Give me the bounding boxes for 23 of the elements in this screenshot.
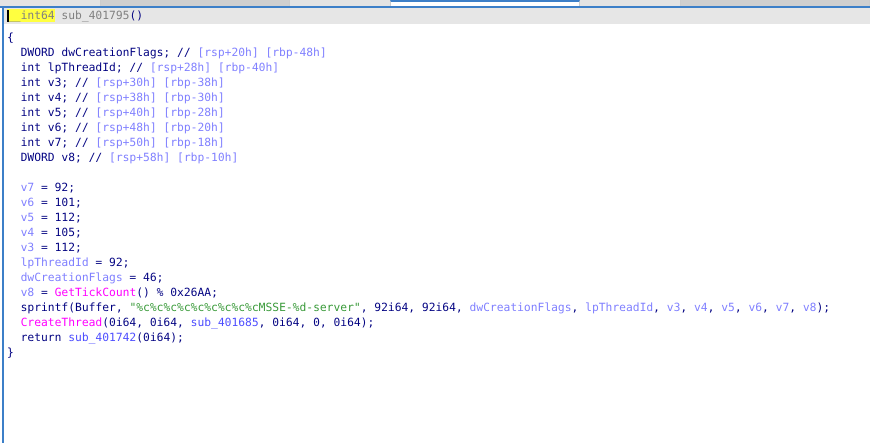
code-line: v4 = 105; (20, 225, 83, 240)
tab[interactable] (390, 0, 580, 6)
code-line: int v4; // [rsp+38h] [rbp-30h] (20, 90, 226, 105)
code-line: CreateThread(0i64, 0i64, sub_401685, 0i64, 0, 0i64); (20, 315, 376, 330)
code-line: int v5; // [rsp+40h] [rbp-28h] (20, 105, 226, 120)
code-line: return sub_401742(0i64); (20, 330, 185, 345)
code-line: DWORD v8; // [rsp+58h] [rbp-10h] (20, 150, 240, 165)
code-line: sprintf(Buffer, "%c%c%c%c%c%c%c%c%cMSSE-%d-server", 92i64, 92i64, dwCreationFlags, lpThreadId, v3, v4, v5, v6, v7, v8); (20, 300, 832, 315)
code-line: dwCreationFlags = 46; (20, 270, 164, 285)
code-line: v8 = GetTickCount() % 0x26AA; (20, 285, 219, 300)
code-line: DWORD dwCreationFlags; // [rsp+20h] [rbp-48h] (20, 45, 328, 60)
code-line: int v3; // [rsp+30h] [rbp-38h] (20, 75, 226, 90)
code-line: v7 = 92; (20, 180, 76, 195)
code-line: int v6; // [rsp+48h] [rbp-20h] (20, 120, 226, 135)
text-cursor (7, 10, 9, 22)
code-line: { (7, 30, 15, 45)
code-line: v5 = 112; (20, 210, 83, 225)
code-line: int v7; // [rsp+50h] [rbp-18h] (20, 135, 226, 150)
code-line: int lpThreadId; // [rsp+28h] [rbp-40h] (20, 60, 280, 75)
code-line: lpThreadId = 92; (20, 255, 130, 270)
code-line: v3 = 112; (20, 240, 83, 255)
code-line: v6 = 101; (20, 195, 83, 210)
code-line: } (7, 345, 15, 360)
